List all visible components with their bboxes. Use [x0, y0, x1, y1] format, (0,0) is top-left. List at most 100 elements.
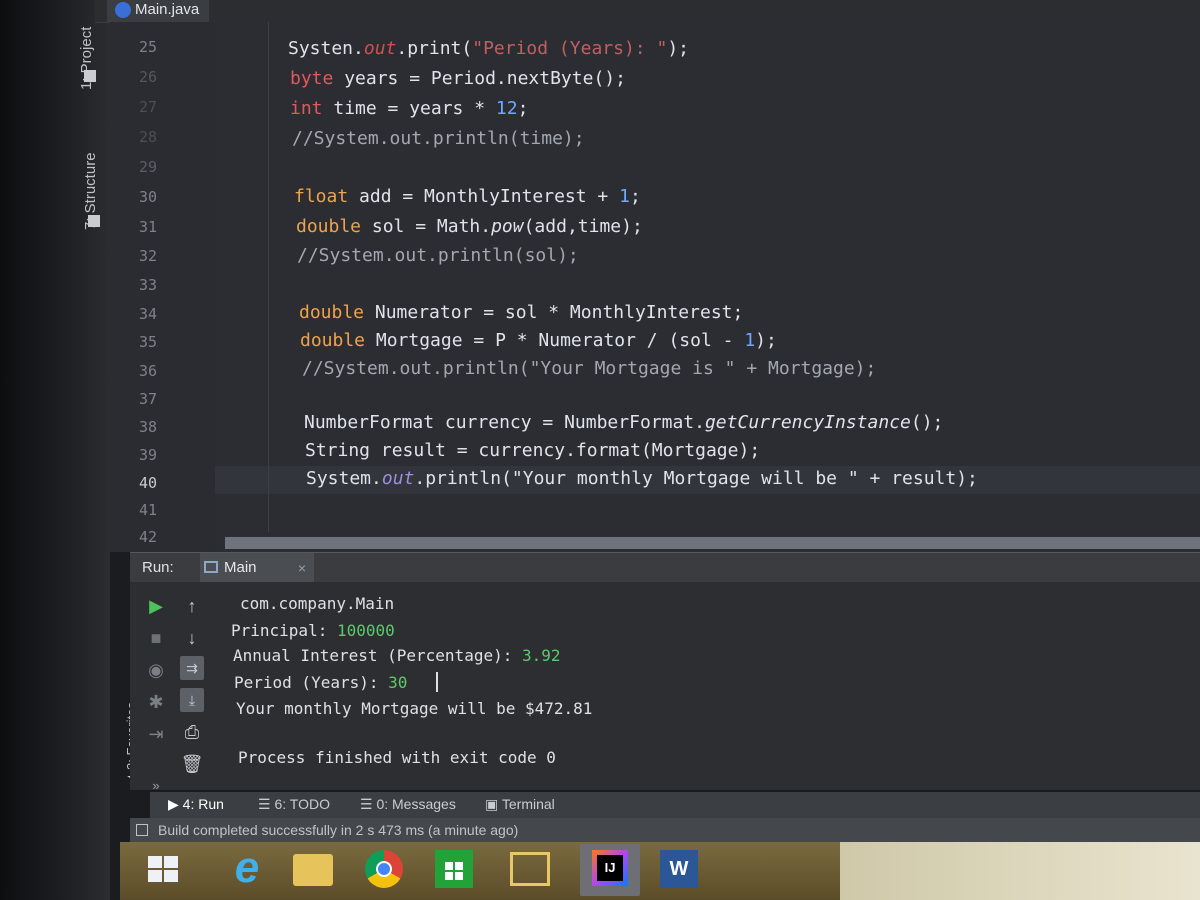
folder-icon [293, 854, 333, 886]
line-number: 36 [138, 362, 157, 380]
code-line-40: System.out.println("Your monthly Mortgag… [306, 468, 978, 489]
code-token: getCurrencyInstance [704, 412, 911, 433]
windows-logo-icon [148, 870, 162, 882]
project-icon [84, 70, 96, 82]
code-token: 1 [744, 330, 756, 351]
editor-file-tab[interactable]: Main.java [107, 0, 210, 22]
code-line-39: String result = currency.format(Mortgage… [305, 440, 760, 461]
word-icon: W [660, 850, 698, 888]
store-icon [435, 850, 473, 888]
code-line-25: Systen.out.print("Period (Years): "); [288, 38, 689, 59]
soft-wrap-icon[interactable]: ⇉ [180, 656, 204, 680]
scroll-to-end-icon[interactable]: ⤓ [180, 688, 204, 712]
code-token: Mortgage = P * Numerator / (sol - [365, 330, 745, 351]
code-token: ); [667, 38, 689, 59]
code-token: double [300, 330, 366, 351]
line-number: 33 [138, 276, 157, 294]
word-taskbar-button[interactable]: W [650, 844, 710, 896]
start-button[interactable] [140, 844, 200, 896]
camera-icon[interactable]: ◉ [144, 658, 168, 682]
console-line-interest: Annual Interest (Percentage): 3.92 [233, 646, 561, 665]
tool-tab-todo[interactable]: ☰ 6: TODO [258, 796, 330, 813]
editor-horizontal-scrollbar[interactable] [225, 537, 1200, 549]
console-input-value: 100000 [336, 621, 395, 640]
screen-glare [840, 842, 1200, 900]
tool-tab-label: 0: Messages [376, 796, 456, 812]
tool-tab-label: 6: TODO [274, 796, 330, 812]
line-number: 32 [138, 247, 157, 265]
run-toolbar: ▶ ↑ ■ ↓ ◉ ⇉ ✱ ⤓ ⇥ ⎙ 🗑 » [140, 590, 220, 793]
console-line-result: Your monthly Mortgage will be $472.81 [236, 699, 593, 718]
line-number: 34 [138, 305, 157, 323]
line-number: 29 [138, 158, 157, 176]
code-token: out [381, 468, 415, 489]
code-token: NumberFormat currency = NumberFormat. [304, 412, 705, 433]
tool-tab-run[interactable]: ▶ 4: Run [168, 796, 224, 813]
console-line-main-class: com.company.Main [240, 594, 395, 613]
status-message: Build completed successfully in 2 s 473 … [158, 822, 519, 838]
intellij-taskbar-button[interactable]: IJ [580, 844, 640, 896]
code-token: ; [629, 186, 641, 207]
tool-tab-terminal[interactable]: ▣ Terminal [485, 796, 555, 813]
line-number: 37 [138, 390, 157, 408]
intellij-icon-label: IJ [597, 855, 623, 881]
exit-icon[interactable]: ⇥ [144, 722, 168, 746]
code-token: sol = Math. [361, 216, 492, 237]
windows-logo-icon [164, 856, 178, 868]
code-token: byte [290, 68, 334, 89]
console-input-value: 3.92 [521, 646, 561, 665]
console-prompt: Annual Interest (Percentage): [233, 646, 522, 665]
code-line-35: double Mortgage = P * Numerator / (sol -… [300, 330, 777, 351]
line-number: 42 [138, 528, 157, 546]
windows-logo-icon [164, 870, 178, 882]
status-bar: Build completed successfully in 2 s 473 … [130, 818, 1200, 842]
code-token: ; [517, 98, 529, 119]
code-token: float [294, 186, 349, 207]
tool-tab-label: Terminal [501, 796, 555, 812]
code-line-30: float add = MonthlyInterest + 1; [294, 186, 641, 207]
code-token: double [299, 302, 365, 323]
run-config-tab[interactable]: Main × [200, 553, 314, 583]
chrome-center-icon [376, 861, 392, 877]
stop-icon[interactable]: ■ [144, 626, 168, 650]
internet-explorer-taskbar-button[interactable]: e [215, 844, 275, 896]
intellij-icon: IJ [592, 850, 628, 886]
list-icon: ☰ [258, 796, 275, 812]
structure-icon [88, 215, 100, 227]
code-token: pow [491, 216, 524, 237]
internet-explorer-icon: e [234, 843, 260, 892]
code-token: Systen. [288, 38, 364, 59]
code-token: years = Period.nextByte(); [333, 68, 626, 89]
rerun-icon[interactable]: ▶ [144, 594, 168, 618]
code-token: String result = currency.format(Mortgage… [305, 440, 761, 461]
store-taskbar-button[interactable] [425, 844, 485, 896]
status-toggle-icon[interactable] [136, 824, 148, 836]
code-token: (add,time); [523, 216, 643, 237]
code-line-28: //System.out.println(time); [292, 128, 585, 149]
tool-tab-messages[interactable]: ☰ 0: Messages [360, 796, 456, 813]
scroll-up-icon[interactable]: ↑ [180, 594, 204, 618]
run-panel-header: Run: Main × [130, 552, 1200, 583]
settings-icon[interactable]: ✱ [144, 690, 168, 714]
line-number: 35 [138, 333, 157, 351]
line-number: 41 [138, 501, 157, 519]
file-explorer-taskbar-button[interactable] [285, 844, 345, 896]
code-token: (); [910, 412, 944, 433]
terminal-icon: ▣ [485, 796, 502, 812]
chrome-taskbar-button[interactable] [355, 844, 415, 896]
print-icon[interactable]: ⎙ [180, 720, 204, 744]
console-icon [204, 561, 218, 573]
structure-tool-tab[interactable]: 7: Structure [82, 120, 99, 230]
code-token: "Period (Years): " [472, 38, 668, 59]
run-panel-label: Run: [142, 559, 174, 576]
bottom-tool-window-bar: ▶ 4: Run ☰ 6: TODO ☰ 0: Messages ▣ Termi… [150, 792, 1200, 818]
book-icon [510, 852, 550, 886]
trash-icon[interactable]: 🗑 [180, 752, 204, 776]
reader-taskbar-button[interactable] [500, 844, 560, 896]
close-icon[interactable]: × [298, 553, 306, 583]
console-prompt: Period (Years): [234, 673, 389, 692]
code-token: .println("Your monthly Mortgage will be … [414, 468, 978, 489]
scroll-down-icon[interactable]: ↓ [180, 626, 204, 650]
code-token: out [363, 38, 397, 59]
tool-tab-label: 4: Run [182, 796, 224, 812]
